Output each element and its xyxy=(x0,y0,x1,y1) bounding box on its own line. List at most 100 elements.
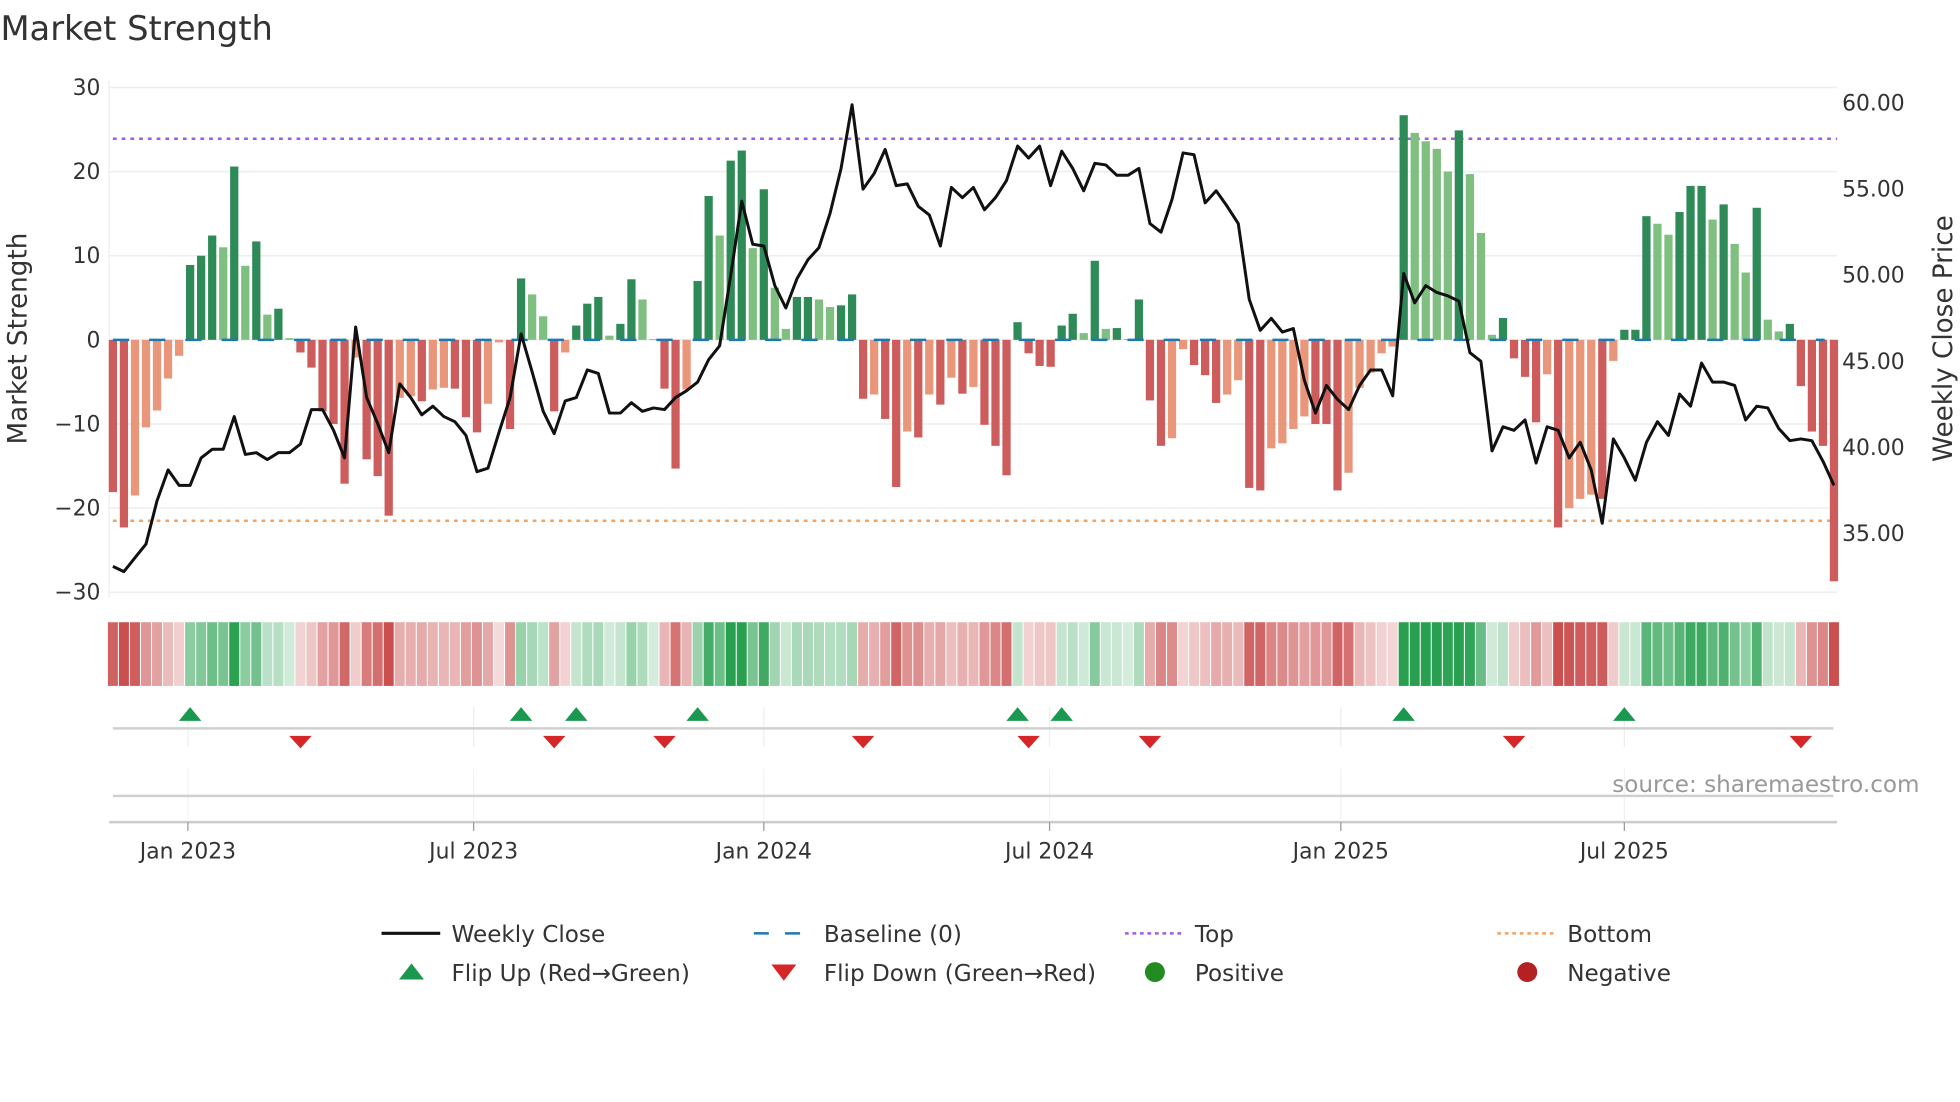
strength-bar xyxy=(1256,339,1265,491)
legend-label: Bottom xyxy=(1567,922,1652,948)
heatmap-cell xyxy=(659,622,670,686)
legend-label: Baseline (0) xyxy=(824,922,962,948)
heatmap-cell xyxy=(1652,622,1663,686)
flip-down-marker xyxy=(653,735,676,749)
strength-bar xyxy=(616,323,625,340)
heatmap-cell xyxy=(1001,622,1012,686)
source-credit: source: sharemaestro.com xyxy=(1612,772,1919,798)
strength-bar xyxy=(781,328,790,340)
heatmap-cell xyxy=(1310,622,1321,686)
heatmap-cell xyxy=(295,622,306,686)
heatmap-cell xyxy=(692,622,703,686)
heatmap-cell xyxy=(262,622,273,686)
strength-bar xyxy=(119,339,129,528)
heatmap-cell xyxy=(703,622,714,686)
heatmap-cell xyxy=(1100,622,1111,686)
heatmap-cell xyxy=(1608,622,1619,686)
heatmap-cell xyxy=(317,622,328,686)
heatmap-cell xyxy=(935,622,946,686)
flip-down-marker xyxy=(851,735,875,749)
strength-bar xyxy=(1631,329,1640,340)
heatmap-cell xyxy=(284,622,295,686)
strength-bar xyxy=(870,339,879,395)
strength-bar xyxy=(1234,339,1243,381)
x-tick-label: Jul 2023 xyxy=(427,839,518,864)
legend-item-dot-green: Positive xyxy=(1144,961,1284,987)
heatmap-cell xyxy=(1365,622,1376,686)
legend-label: Weekly Close xyxy=(451,922,605,948)
heatmap-cell xyxy=(1619,622,1630,686)
heatmap-cell xyxy=(1155,622,1166,686)
flip-up-marker xyxy=(1050,707,1073,721)
strength-bar xyxy=(836,305,846,340)
heatmap-cell xyxy=(1244,622,1255,686)
strength-bar xyxy=(1189,339,1199,366)
heatmap-cell xyxy=(1497,622,1508,686)
legend-item-dot-purple: Top xyxy=(1124,922,1234,948)
heatmap-cell xyxy=(405,622,416,686)
strength-bar xyxy=(858,339,868,399)
heatmap-cell xyxy=(1288,622,1299,686)
x-tick-label: Jul 2025 xyxy=(1578,839,1669,864)
heatmap-cell xyxy=(1067,622,1078,686)
strength-bar xyxy=(1741,272,1750,340)
heatmap-cell xyxy=(979,622,990,686)
strength-bar xyxy=(1366,339,1375,373)
y2-tick-label: 35.00 xyxy=(1842,522,1905,547)
heatmap-cell xyxy=(1475,622,1486,686)
heatmap-cell xyxy=(1343,622,1354,686)
strength-bar xyxy=(1465,174,1475,340)
heatmap-cell xyxy=(924,622,935,686)
strength-bar xyxy=(1730,243,1739,340)
heatmap-cell xyxy=(1597,622,1608,686)
heatmap-cell xyxy=(229,622,240,686)
strength-bar xyxy=(980,339,989,425)
strength-bar xyxy=(1565,339,1574,509)
heatmap-cell xyxy=(758,622,769,686)
weekly-close-line xyxy=(112,103,1836,574)
heatmap-cell xyxy=(129,622,140,686)
strength-bar xyxy=(1443,171,1452,340)
heatmap-cell xyxy=(891,622,902,686)
strength-bar xyxy=(1542,339,1552,375)
heatmap-cell xyxy=(825,622,836,686)
strength-bar xyxy=(1167,339,1177,439)
right-axis-ticks: 60.00 55.00 50.00 45.00 40.00 35.00 xyxy=(1842,91,1905,547)
heatmap-cell xyxy=(516,622,527,686)
strength-bar xyxy=(1620,329,1629,340)
strength-bar xyxy=(539,316,548,340)
strength-bar xyxy=(174,339,184,356)
heatmap-cell xyxy=(582,622,593,686)
legend-label: Top xyxy=(1194,922,1234,948)
strength-bar xyxy=(1410,132,1419,340)
heatmap-cell xyxy=(118,622,129,686)
strength-bar xyxy=(1531,339,1541,423)
heatmap-cell xyxy=(1233,622,1244,686)
strength-bar xyxy=(1664,234,1673,340)
heatmap-cell xyxy=(1442,622,1453,686)
legend-item-tri-down: Flip Down (Green→Red) xyxy=(771,961,1096,987)
strength-bar xyxy=(318,339,327,412)
strength-bars xyxy=(108,115,1839,582)
strength-bar xyxy=(1796,339,1805,387)
y2-tick-label: 60.00 xyxy=(1842,91,1905,116)
strength-bar xyxy=(439,339,448,388)
heatmap-cell xyxy=(747,622,758,686)
strength-bar xyxy=(1024,339,1033,354)
strength-bar xyxy=(682,339,691,390)
triangle-down-icon xyxy=(771,964,797,981)
heatmap-cell xyxy=(725,622,736,686)
legend: Weekly Close Baseline (0) Top Bottom Flip Up… xyxy=(381,922,1671,987)
strength-bar xyxy=(1576,339,1585,499)
strength-bar xyxy=(230,166,239,340)
flip-up-marker xyxy=(509,707,533,721)
heatmap-cell xyxy=(615,622,626,686)
strength-bar xyxy=(1068,313,1077,340)
strength-bar xyxy=(1377,339,1386,354)
heatmap-cell xyxy=(1420,622,1431,686)
heatmap-cell xyxy=(1178,622,1189,686)
strength-bar xyxy=(1642,216,1651,340)
heatmap-cell xyxy=(140,622,151,686)
strength-bar xyxy=(219,247,228,340)
strength-bar xyxy=(561,339,570,353)
